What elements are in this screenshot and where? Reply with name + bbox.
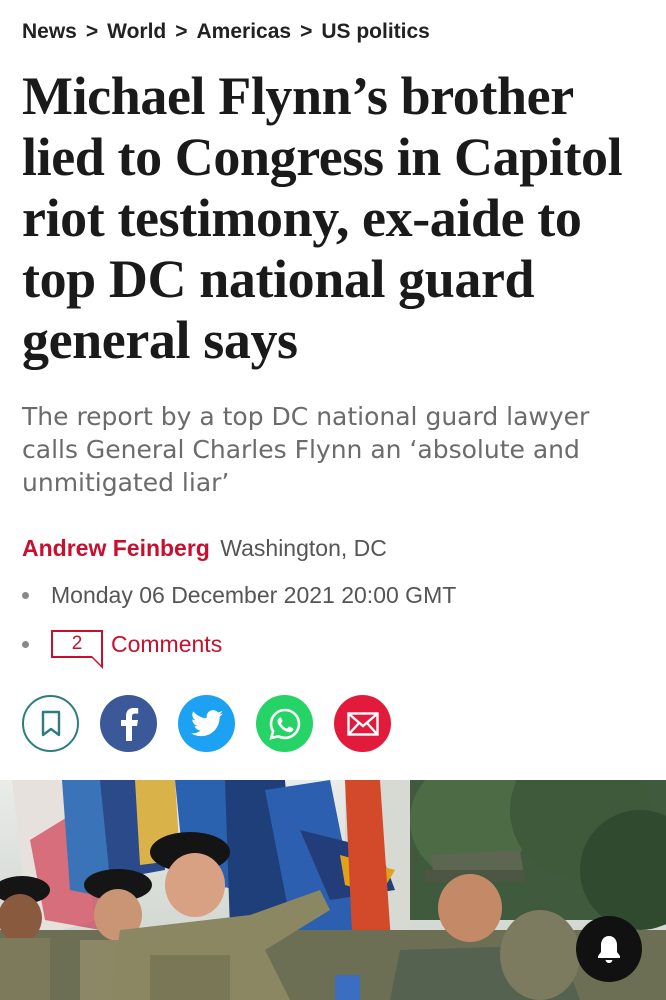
hero-photo-illustration xyxy=(0,780,666,1000)
byline: Andrew Feinberg Washington, DC xyxy=(22,535,387,562)
article-standfirst: The report by a top DC national guard la… xyxy=(22,402,590,497)
bookmark-button[interactable] xyxy=(22,695,79,752)
breadcrumb-separator: > xyxy=(175,20,188,43)
breadcrumb-separator: > xyxy=(85,20,99,43)
whatsapp-icon xyxy=(268,708,300,740)
breadcrumb-americas[interactable]: Americas xyxy=(197,20,292,44)
dateline-location: Washington, DC xyxy=(220,535,387,561)
publish-date: Monday 06 December 2021 20:00 GMT xyxy=(51,582,457,608)
email-share-button[interactable] xyxy=(334,695,391,752)
whatsapp-share-button[interactable] xyxy=(256,695,313,752)
bookmark-icon xyxy=(41,710,60,736)
bell-icon xyxy=(598,936,620,963)
comments-row[interactable]: 2 Comments xyxy=(22,630,222,669)
twitter-icon xyxy=(190,710,223,737)
author-link[interactable]: Andrew Feinberg xyxy=(22,535,210,561)
comment-count-bubble-icon[interactable]: 2 xyxy=(51,630,103,669)
facebook-icon xyxy=(120,707,138,741)
breadcrumb-world[interactable]: World xyxy=(107,20,166,44)
facebook-share-button[interactable] xyxy=(100,695,157,752)
bullet-dot xyxy=(22,640,29,648)
breadcrumb-separator: > xyxy=(300,20,313,43)
notifications-button[interactable] xyxy=(576,916,642,982)
hero-image xyxy=(0,780,666,1000)
bullet-dot xyxy=(22,592,29,599)
breadcrumb-us-politics[interactable]: US politics xyxy=(321,20,430,44)
share-bar xyxy=(22,695,391,752)
email-icon xyxy=(346,711,379,736)
twitter-share-button[interactable] xyxy=(178,695,235,752)
breadcrumb: News > World > Americas > US politics xyxy=(22,20,430,44)
breadcrumb-news[interactable]: News xyxy=(22,20,77,44)
publish-date-row: Monday 06 December 2021 20:00 GMT xyxy=(22,582,456,609)
page-title: Michael Flynn’s brother lied to Congress… xyxy=(22,66,623,370)
comments-link[interactable]: Comments xyxy=(111,631,222,658)
